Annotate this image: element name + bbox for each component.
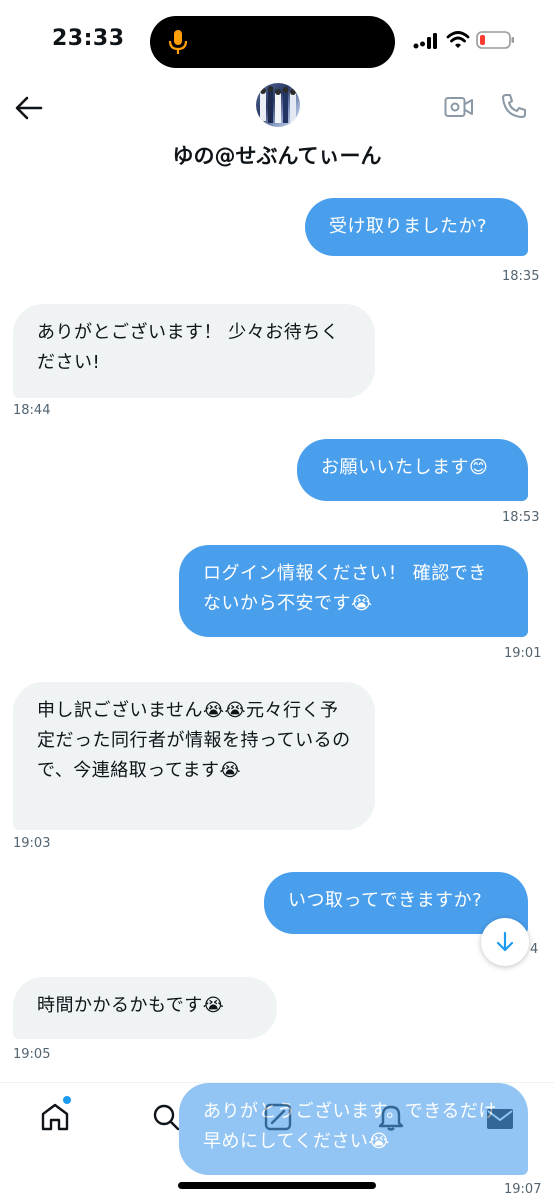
video-call-icon[interactable]: [444, 96, 474, 118]
message-timestamp: 19:03: [13, 836, 51, 851]
home-indicator: [178, 1182, 376, 1189]
contact-avatar[interactable]: [256, 83, 300, 127]
sent-message-bubble[interactable]: ログイン情報ください！ 確認できないから不安です😭: [179, 545, 528, 637]
dynamic-island: [150, 16, 395, 68]
message-timestamp: 4: [530, 942, 539, 957]
scroll-to-bottom-button[interactable]: [481, 918, 529, 966]
message-timestamp: 19:05: [13, 1047, 51, 1062]
sent-message-bubble[interactable]: ありがとうございます。できるだけ早めにしてください😭: [179, 1083, 528, 1175]
back-arrow-icon[interactable]: [14, 95, 44, 121]
message-timestamp: 19:01: [504, 646, 542, 661]
received-message-bubble[interactable]: ありがとございます！ 少々お待ちください!: [13, 304, 375, 398]
message-timestamp: 19:07: [504, 1182, 542, 1197]
signal-icon: [413, 33, 437, 49]
received-message-bubble[interactable]: 時間かかるかもです😭: [13, 977, 277, 1039]
unread-dot: [63, 1096, 71, 1104]
status-time: 23:33: [52, 26, 125, 51]
wifi-icon: [446, 31, 470, 48]
conversation-header: ゆの@せぶんてぃーん: [0, 80, 554, 180]
home-icon[interactable]: [39, 1101, 71, 1133]
phone-icon[interactable]: [500, 92, 528, 120]
message-timestamp: 18:35: [502, 269, 540, 284]
status-bar: 23:33: [0, 0, 554, 80]
battery-icon: [476, 31, 514, 49]
message-timestamp: 18:44: [13, 403, 51, 418]
microphone-icon: [168, 30, 188, 54]
search-icon[interactable]: [150, 1101, 182, 1133]
sent-message-bubble[interactable]: 受け取りましたか?: [305, 198, 528, 256]
sent-message-bubble[interactable]: お願いいたします😊: [297, 439, 528, 501]
message-timestamp: 18:53: [502, 510, 540, 525]
contact-name[interactable]: ゆの@せぶんてぃーん: [0, 140, 554, 170]
received-message-bubble[interactable]: 申し訳ございません😭😭元々行く予定だった同行者が情報を持っているので、今連絡取っ…: [13, 682, 375, 830]
arrow-down-icon: [496, 931, 514, 952]
